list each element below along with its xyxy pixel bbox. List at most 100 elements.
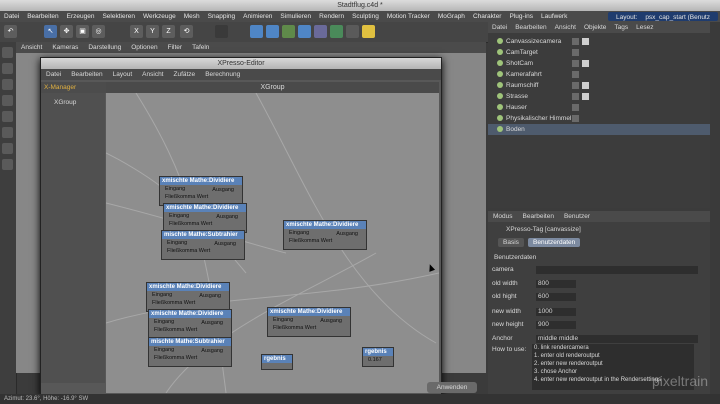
viewport-menu-item[interactable]: Filter [163, 42, 187, 53]
tab-basis[interactable]: Basis [498, 238, 524, 247]
visibility-toggle[interactable] [572, 115, 579, 122]
tag-icon[interactable] [582, 38, 589, 45]
menu-item[interactable]: Erzeugen [63, 11, 99, 22]
cube-icon[interactable] [250, 25, 263, 38]
visibility-toggle[interactable] [572, 82, 579, 89]
axis-y-icon[interactable]: Y [146, 25, 159, 38]
menu-item[interactable]: Simulieren [276, 11, 315, 22]
math-divide-node[interactable]: xmischte Mathe:Dividiere Eingang Fließkomm… [267, 307, 351, 337]
math-subtract-node[interactable]: mischte Mathe:Subtrahier Eingang Fließkomm… [148, 337, 232, 367]
object-row[interactable]: Physikalischer Himmel [488, 113, 710, 124]
object-row[interactable]: Kamerafahrt [488, 69, 710, 80]
menu-item[interactable]: MoGraph [434, 11, 469, 22]
xpresso-menu-item[interactable]: Bearbeiten [66, 69, 107, 80]
visibility-toggle[interactable] [572, 38, 579, 45]
node-input[interactable]: Fließkomma Wert [160, 193, 242, 201]
tab-benutzerdaten[interactable]: Benutzerdaten [528, 238, 581, 247]
light-icon[interactable] [362, 25, 375, 38]
attr-menu-item[interactable]: Bearbeiten [518, 211, 559, 222]
undo-icon[interactable]: ↶ [4, 25, 17, 38]
viewport-menu-item[interactable]: Darstellung [83, 42, 126, 53]
visibility-toggle[interactable] [572, 104, 579, 111]
object-menu-item[interactable]: Objekte [580, 22, 610, 33]
right-vertical-tabs[interactable] [710, 22, 720, 394]
object-menu-item[interactable]: Bearbeiten [511, 22, 550, 33]
node-output[interactable]: Ausgang [336, 231, 358, 237]
new-height-input[interactable]: 900 [536, 321, 576, 329]
viewport-menu-item[interactable]: Ansicht [16, 42, 47, 53]
menu-item[interactable]: Selektieren [98, 11, 139, 22]
scene-icon[interactable] [330, 25, 343, 38]
visibility-toggle[interactable] [572, 60, 579, 67]
attr-menu-item[interactable]: Modus [488, 211, 518, 222]
subdivision-icon[interactable] [282, 25, 295, 38]
menu-item[interactable]: Werkzeuge [139, 11, 180, 22]
xgroup-tree-item[interactable]: XGroup [54, 99, 76, 106]
tag-icon[interactable] [582, 82, 589, 89]
node-canvas[interactable]: xmischte Mathe:Dividiere Eingang Fließkomm… [106, 93, 439, 393]
menu-item[interactable]: Sculpting [348, 11, 383, 22]
layout-select[interactable]: Layout: psx_cap_start (Benutz [607, 12, 718, 21]
object-row[interactable]: ShotCam [488, 58, 710, 69]
render-view-icon[interactable] [215, 25, 228, 38]
node-input[interactable]: Fließkomma Wert [162, 247, 244, 255]
menu-item[interactable]: Laufwerk [537, 11, 571, 22]
tag-icon[interactable] [582, 60, 589, 67]
deformer-icon[interactable] [314, 25, 327, 38]
attr-menu-item[interactable]: Benutzer [559, 211, 595, 222]
node-output[interactable]: Ausgang [212, 187, 234, 193]
tag-icon[interactable] [582, 93, 589, 100]
tweak-mode-icon[interactable] [2, 143, 13, 154]
texture-mode-icon[interactable] [2, 63, 13, 74]
menu-item[interactable]: Animieren [239, 11, 276, 22]
node-output[interactable]: Ausgang [201, 348, 223, 354]
math-divide-node[interactable]: xmischte Mathe:Dividiere Eingang Fließkomm… [283, 220, 367, 250]
camera-icon[interactable] [346, 25, 359, 38]
menu-item[interactable]: Bearbeiten [23, 11, 62, 22]
node-input[interactable]: Fließkomma Wert [284, 237, 366, 245]
snap-icon[interactable] [2, 159, 13, 170]
node-input[interactable]: Fließkomma Wert [164, 220, 246, 228]
node-output[interactable]: Ausgang [216, 214, 238, 220]
object-row[interactable]: Canvassizecamera [488, 36, 710, 47]
axis-mode-icon[interactable] [2, 127, 13, 138]
menu-item[interactable]: Mesh [180, 11, 204, 22]
node-output[interactable]: Ausgang [214, 241, 236, 247]
visibility-toggle[interactable] [572, 49, 579, 56]
object-menu-item[interactable]: Tags [610, 22, 632, 33]
anchor-select[interactable]: middle middle [536, 335, 698, 343]
apply-button[interactable]: Anwenden [427, 382, 477, 393]
node-output[interactable]: Ausgang [201, 320, 223, 326]
xpresso-menu-item[interactable]: Berechnung [200, 69, 245, 80]
node-input[interactable]: Fließkomma Wert [147, 299, 229, 307]
viewport-menu-item[interactable]: Kameras [47, 42, 83, 53]
object-row[interactable]: Raumschiff [488, 80, 710, 91]
object-menu-item[interactable]: Datei [488, 22, 511, 33]
node-output[interactable]: Ausgang [320, 318, 342, 324]
math-subtract-node[interactable]: mischte Mathe:Subtrahier Eingang Fließkomm… [161, 230, 245, 260]
xpresso-menu-item[interactable]: Datei [41, 69, 66, 80]
node-output[interactable]: Ausgang [199, 293, 221, 299]
result-node[interactable]: rgebnis 0.167 [362, 347, 394, 367]
node-input[interactable]: Fließkomma Wert [268, 324, 350, 332]
select-tool-icon[interactable]: ↖ [44, 25, 57, 38]
node-input[interactable]: Fließkomma Wert [149, 326, 231, 334]
xpresso-menu-item[interactable]: Zufätze [169, 69, 201, 80]
visibility-toggle[interactable] [572, 71, 579, 78]
edge-mode-icon[interactable] [2, 95, 13, 106]
menu-item[interactable]: Snapping [204, 11, 239, 22]
rotate-tool-icon[interactable]: ◎ [92, 25, 105, 38]
node-input[interactable]: Fließkomma Wert [149, 354, 231, 362]
scale-tool-icon[interactable]: ▣ [76, 25, 89, 38]
old-hight-input[interactable]: 600 [536, 293, 576, 301]
result-node[interactable]: rgebnis [261, 354, 293, 370]
object-row[interactable]: CamTarget [488, 47, 710, 58]
point-mode-icon[interactable] [2, 79, 13, 90]
math-divide-node[interactable]: xmischte Mathe:Dividiere Eingang Fließkomm… [163, 203, 247, 233]
coordinate-system-icon[interactable]: ⟲ [180, 25, 193, 38]
array-icon[interactable] [298, 25, 311, 38]
axis-x-icon[interactable]: X [130, 25, 143, 38]
viewport-menu-item[interactable]: Optionen [126, 42, 162, 53]
pen-icon[interactable] [266, 25, 279, 38]
object-menu-item[interactable]: Lesez [632, 22, 657, 33]
